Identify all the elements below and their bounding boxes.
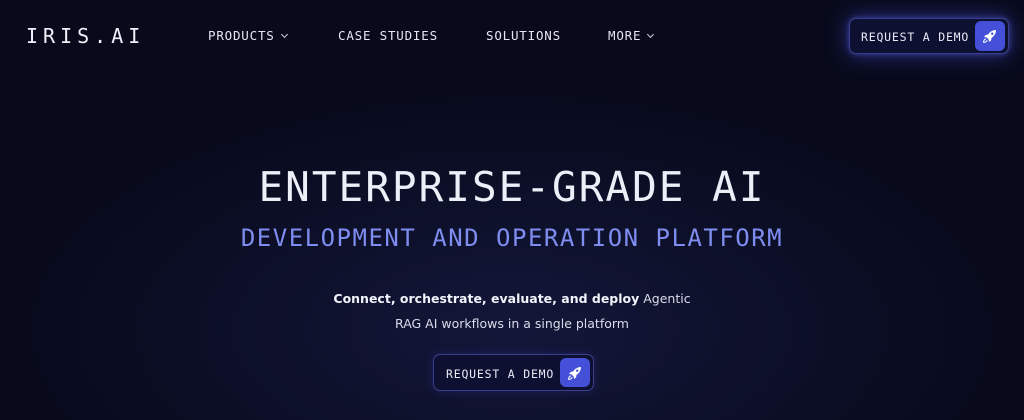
chevron-down-icon [280, 30, 288, 38]
request-demo-button-hero[interactable]: REQUEST A DEMO [433, 354, 594, 391]
nav-item-solutions[interactable]: SOLUTIONS [486, 28, 608, 43]
nav-item-products[interactable]: PRODUCTS [208, 28, 338, 43]
hero-description: Connect, orchestrate, evaluate, and depl… [0, 286, 1024, 336]
site-header: IRIS.AI PRODUCTS CASE STUDIES SOLUTIONS … [0, 0, 1024, 72]
nav-item-more[interactable]: MORE [608, 28, 655, 43]
request-demo-label: REQUEST A DEMO [861, 30, 970, 44]
hero-subtitle: DEVELOPMENT AND OPERATION PLATFORM [240, 224, 784, 252]
nav-item-label: SOLUTIONS [486, 28, 561, 43]
request-demo-button-header[interactable]: REQUEST A DEMO [849, 18, 1009, 54]
nav-item-label: PRODUCTS [208, 28, 275, 43]
rocket-icon [975, 21, 1005, 51]
logo[interactable]: IRIS.AI [26, 24, 145, 48]
nav-item-label: CASE STUDIES [338, 28, 438, 43]
main-nav: PRODUCTS CASE STUDIES SOLUTIONS MORE [208, 28, 655, 43]
nav-item-label: MORE [608, 28, 642, 43]
hero-description-rest: Agentic [639, 291, 691, 306]
hero-description-line2: RAG AI workflows in a single platform [395, 316, 629, 331]
hero-description-bold: Connect, orchestrate, evaluate, and depl… [333, 291, 640, 306]
request-demo-label: REQUEST A DEMO [446, 367, 555, 381]
nav-item-case-studies[interactable]: CASE STUDIES [338, 28, 486, 43]
hero-title: ENTERPRISE-GRADE AI [258, 163, 766, 211]
chevron-down-icon [647, 30, 655, 38]
rocket-icon [560, 358, 590, 387]
